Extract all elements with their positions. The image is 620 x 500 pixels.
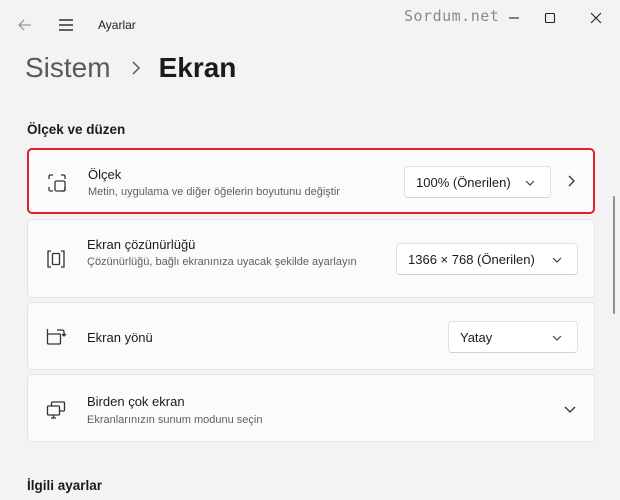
- close-icon: [590, 12, 602, 24]
- chevron-down-icon: [552, 257, 562, 263]
- chevron-right-icon: [132, 61, 140, 75]
- chevron-right-icon[interactable]: [564, 174, 578, 188]
- resolution-icon: [47, 250, 65, 268]
- back-arrow-icon[interactable]: [14, 14, 36, 36]
- chevron-down-icon: [552, 335, 562, 341]
- chevron-down-icon[interactable]: [563, 402, 577, 416]
- hamburger-menu-icon[interactable]: [55, 14, 77, 36]
- resolution-title: Ekran çözünürlüğü: [87, 237, 196, 252]
- multiple-displays-title: Birden çok ekran: [87, 394, 185, 409]
- section-title-scale-layout: Ölçek ve düzen: [27, 122, 126, 137]
- setting-card-resolution: Ekran çözünürlüğü Çözünürlüğü, bağlı ekr…: [27, 219, 595, 298]
- resolution-dropdown[interactable]: 1366 × 768 (Önerilen): [396, 243, 578, 275]
- page-title: Ekran: [158, 52, 237, 83]
- orientation-dropdown[interactable]: Yatay: [448, 321, 578, 353]
- scale-description: Metin, uygulama ve diğer öğelerin boyutu…: [88, 186, 340, 198]
- setting-card-scale[interactable]: Ölçek Metin, uygulama ve diğer öğelerin …: [27, 148, 595, 214]
- scrollbar[interactable]: [613, 196, 615, 314]
- setting-card-multiple-displays[interactable]: Birden çok ekran Ekranlarınızın sunum mo…: [27, 374, 595, 442]
- minimize-button[interactable]: [496, 4, 532, 32]
- orientation-title: Ekran yönü: [87, 330, 153, 345]
- maximize-button[interactable]: [532, 4, 568, 32]
- multiple-displays-icon: [46, 401, 66, 419]
- multiple-displays-description: Ekranlarınızın sunum modunu seçin: [87, 414, 263, 426]
- resolution-dropdown-value: 1366 × 768 (Önerilen): [408, 251, 535, 267]
- title-bar: Ayarlar Sordum.net: [0, 0, 620, 48]
- minimize-icon: [509, 17, 519, 19]
- resolution-description: Çözünürlüğü, bağlı ekranınıza uyacak şek…: [87, 256, 357, 268]
- breadcrumb: Sistem Ekran: [25, 48, 236, 88]
- setting-card-orientation: Ekran yönü Yatay: [27, 302, 595, 370]
- close-button[interactable]: [578, 4, 614, 32]
- orientation-dropdown-value: Yatay: [460, 329, 493, 345]
- scale-icon: [48, 174, 66, 192]
- watermark: Sordum.net: [404, 7, 500, 25]
- scale-dropdown-value: 100% (Önerilen): [416, 174, 511, 190]
- orientation-icon: [46, 329, 67, 345]
- scale-dropdown[interactable]: 100% (Önerilen): [404, 166, 551, 198]
- window-title: Ayarlar: [98, 18, 136, 32]
- maximize-icon: [544, 12, 556, 24]
- scale-title: Ölçek: [88, 167, 122, 182]
- breadcrumb-parent[interactable]: Sistem: [25, 52, 111, 84]
- chevron-down-icon: [525, 180, 535, 186]
- section-title-related: İlgili ayarlar: [27, 478, 103, 493]
